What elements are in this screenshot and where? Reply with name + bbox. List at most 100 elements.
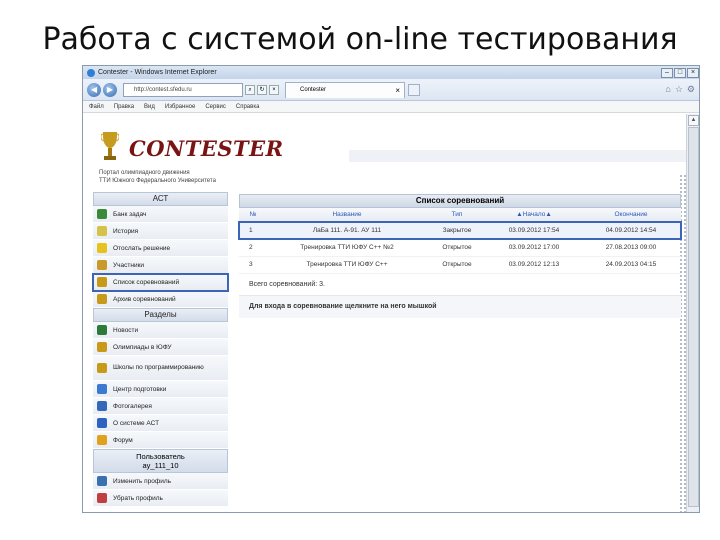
menu-help[interactable]: Справка (236, 104, 260, 110)
menu-tools[interactable]: Сервис (205, 104, 226, 110)
sidebar-item-trophy[interactable]: Список соревнований (92, 273, 229, 292)
portal-university: ТТИ Южного Федерального Университета (99, 178, 216, 184)
sidebar-item-label: Архив соревнований (113, 295, 176, 303)
scroll-thumb[interactable] (688, 127, 699, 507)
tab-label: Contester (300, 86, 327, 93)
cell-type: Открытое (427, 239, 487, 257)
cell-start: 03.09.2012 12:13 (487, 256, 581, 274)
sidebar-item-label: История (113, 227, 139, 235)
menu-favorites[interactable]: Избранное (165, 104, 195, 110)
scroll-up-icon[interactable]: ▲ (688, 115, 699, 126)
help-icon (97, 418, 107, 428)
sidebar-item-logout[interactable]: Убрать профиль (93, 490, 228, 507)
col-type[interactable]: Тип (427, 208, 487, 223)
back-icon[interactable]: ◀ (87, 82, 101, 97)
cell-end: 27.08.2013 09:00 (581, 239, 681, 257)
sidebar-user-header: Пользователь ay_111_10 (93, 449, 228, 473)
table-row[interactable]: 3 Тренировка ТТИ ЮФУ С++ Открытое 03.09.201… (239, 256, 681, 274)
browser-screenshot: Contester - Windows Internet Explorer – … (82, 65, 700, 513)
search-icon[interactable]: ⌕ (245, 84, 255, 95)
col-start[interactable]: ▲Начало▲ (487, 208, 581, 223)
slide-title: Работа с системой on-line тестирования (42, 22, 678, 57)
web-page: CONTESTER Портал олимпиадного движения Т… (83, 114, 689, 512)
browser-tab[interactable]: Contester × (285, 81, 420, 98)
sidebar-item-bulb[interactable]: Отослать решение (93, 240, 228, 257)
menu-bar: Файл Правка Вид Избранное Сервис Справка (83, 101, 699, 113)
sidebar-item-archive-trophy[interactable]: Архив соревнований (93, 291, 228, 308)
refresh-icon[interactable]: ↻ (257, 84, 267, 95)
cell-type: Открытое (427, 256, 487, 274)
competitions-total: Всего соревнований: 3. (239, 274, 681, 296)
camera-icon (97, 401, 107, 411)
ie-icon (87, 68, 95, 77)
forward-icon[interactable]: ▶ (103, 82, 117, 97)
trophy-icon (97, 363, 107, 373)
favorites-icon[interactable]: ☆ (675, 84, 683, 95)
participants-icon (97, 260, 107, 270)
stop-icon[interactable]: × (269, 84, 279, 95)
minimize-icon[interactable]: – (661, 67, 673, 78)
trophy-icon (97, 277, 107, 287)
competitions-title: Список соревнований (239, 194, 681, 208)
trophy-icon (97, 342, 107, 352)
sidebar-item-camera[interactable]: Фотогалерея (93, 398, 228, 415)
sidebar-item-label: О системе АСТ (113, 419, 160, 427)
sidebar-item-training[interactable]: Центр подготовки (93, 381, 228, 398)
history-icon (97, 226, 107, 236)
table-header-row: № Название Тип ▲Начало▲ Окончание (239, 208, 681, 223)
portal-caption: Портал олимпиадного движения (99, 170, 190, 176)
home-icon[interactable]: ⌂ (665, 84, 670, 95)
sidebar-act-header: АСТ (93, 192, 228, 206)
sidebar-item-tasks[interactable]: Банк задач (93, 206, 228, 223)
cup-logo-icon (101, 132, 119, 160)
sidebar-item-history[interactable]: История (93, 223, 228, 240)
menu-view[interactable]: Вид (144, 104, 155, 110)
cell-num: 3 (239, 256, 267, 274)
sidebar-item-trophy[interactable]: Олимпиады в ЮФУ (93, 339, 228, 356)
site-header: CONTESTER Портал олимпиадного движения Т… (89, 120, 687, 188)
col-number[interactable]: № (239, 208, 267, 223)
tab-close-icon[interactable]: × (395, 83, 400, 98)
url-input[interactable]: http://contest.sfedu.ru (123, 82, 243, 97)
bulb-icon (97, 243, 107, 253)
maximize-icon[interactable]: □ (674, 67, 686, 78)
new-tab-button[interactable] (408, 83, 420, 96)
user-name: ay_111_10 (142, 461, 179, 470)
cell-end: 24.09.2013 04:15 (581, 256, 681, 274)
sidebar-item-label: Новости (113, 326, 139, 334)
menu-edit[interactable]: Правка (114, 104, 134, 110)
sidebar-item-help[interactable]: О системе АСТ (93, 415, 228, 432)
settings-gear-icon[interactable]: ⚙ (687, 84, 695, 95)
user-header-label: Пользователь (136, 452, 185, 461)
sidebar-item-label: Изменить профиль (113, 477, 172, 485)
table-row[interactable]: 2 Тренировка ТТИ ЮФУ С++ №2 Открытое 03.09.… (239, 239, 681, 257)
sidebar-item-label: Олимпиады в ЮФУ (113, 343, 172, 351)
sidebar-item-label: Форум (113, 436, 133, 444)
sidebar-item-profile[interactable]: Изменить профиль (93, 473, 228, 490)
col-end[interactable]: Окончание (581, 208, 681, 223)
sidebar-item-forum[interactable]: Форум (93, 432, 228, 449)
cell-name: Тренировка ТТИ ЮФУ С++ №2 (267, 239, 427, 257)
col-name[interactable]: Название (267, 208, 427, 223)
contester-logo[interactable]: CONTESTER (129, 136, 284, 161)
window-controls: – □ × (660, 67, 699, 78)
sidebar-item-trophy[interactable]: Школы по программированию (93, 356, 228, 381)
cell-num: 2 (239, 239, 267, 257)
menu-file[interactable]: Файл (89, 104, 104, 110)
table-row[interactable]: 1 ЛаБа 111. А-91. АУ 111 Закрытое 03.09.201… (238, 221, 682, 240)
cell-start: 03.09.2012 17:00 (487, 239, 581, 257)
archive-trophy-icon (97, 294, 107, 304)
cell-end: 04.09.2012 14:54 (581, 222, 681, 240)
competitions-hint: Для входа в соревнование щелкните на нег… (239, 295, 681, 318)
sidebar-item-label: Центр подготовки (113, 385, 167, 393)
sidebar-item-participants[interactable]: Участники (93, 257, 228, 274)
competitions-table: № Название Тип ▲Начало▲ Окончание 1 ЛаБа … (238, 208, 682, 274)
competitions-panel: Список соревнований № Название Тип ▲Нача… (238, 194, 682, 318)
vertical-scrollbar[interactable]: ▲ (686, 114, 699, 512)
sidebar-item-label: Участники (113, 261, 145, 269)
sidebar-sections-header: Разделы (93, 308, 228, 322)
sidebar-item-globe[interactable]: Новости (93, 322, 228, 339)
close-window-icon[interactable]: × (687, 67, 699, 78)
sidebar-item-label: Школы по программированию (113, 364, 204, 371)
browser-tools: ⌂ ☆ ⚙ (665, 84, 695, 95)
